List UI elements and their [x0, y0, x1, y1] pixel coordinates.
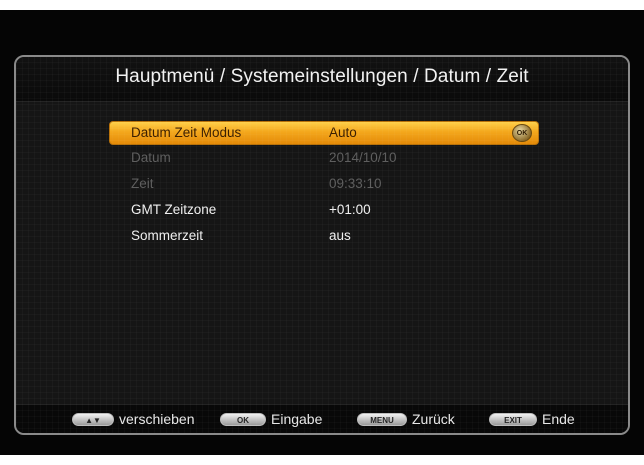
menu-item-gmt-zeitzone[interactable]: GMT Zeitzone +01:00: [109, 197, 539, 223]
menu-item-label: Zeit: [131, 176, 154, 191]
settings-panel: Hauptmenü / Systemeinstellungen / Datum …: [14, 55, 630, 435]
exit-key-icon: EXIT: [489, 412, 537, 426]
menu-item-datum: Datum 2014/10/10: [109, 145, 539, 171]
hint-label: Ende: [542, 411, 575, 427]
menu-item-datum-zeit-modus[interactable]: Datum Zeit Modus Auto OK: [109, 121, 539, 145]
menu-item-label: Sommerzeit: [131, 228, 204, 243]
title-bar: Hauptmenü / Systemeinstellungen / Datum …: [16, 57, 628, 102]
hint-verschieben[interactable]: ▲▼ verschieben: [72, 409, 195, 429]
menu-item-label: Datum Zeit Modus: [131, 125, 242, 140]
menu-item-sommerzeit[interactable]: Sommerzeit aus: [109, 223, 539, 249]
up-down-key-icon: ▲▼: [72, 412, 114, 426]
footer-hint-bar: ▲▼ verschieben OK Eingabe MENU Zurück EX…: [16, 404, 628, 433]
page-title: Hauptmenü / Systemeinstellungen / Datum …: [115, 66, 529, 87]
settings-menu: Datum Zeit Modus Auto OK Datum 2014/10/1…: [109, 121, 539, 249]
hint-label: Zurück: [412, 411, 455, 427]
menu-item-value: 2014/10/10: [329, 150, 397, 165]
menu-item-zeit: Zeit 09:33:10: [109, 171, 539, 197]
menu-item-label: Datum: [131, 150, 171, 165]
hint-label: verschieben: [119, 411, 195, 427]
menu-item-value: aus: [329, 228, 351, 243]
tv-screen: Hauptmenü / Systemeinstellungen / Datum …: [0, 10, 644, 455]
menu-key-icon: MENU: [357, 412, 407, 426]
hint-eingabe[interactable]: OK Eingabe: [220, 409, 322, 429]
hint-label: Eingabe: [271, 411, 323, 427]
ok-icon: OK: [512, 124, 532, 142]
hint-zurueck[interactable]: MENU Zurück: [357, 409, 455, 429]
menu-item-value: 09:33:10: [329, 176, 382, 191]
menu-item-label: GMT Zeitzone: [131, 202, 217, 217]
ok-key-icon: OK: [220, 412, 266, 426]
menu-item-value: +01:00: [329, 202, 371, 217]
hint-ende[interactable]: EXIT Ende: [489, 409, 575, 429]
menu-item-value: Auto: [329, 125, 357, 140]
